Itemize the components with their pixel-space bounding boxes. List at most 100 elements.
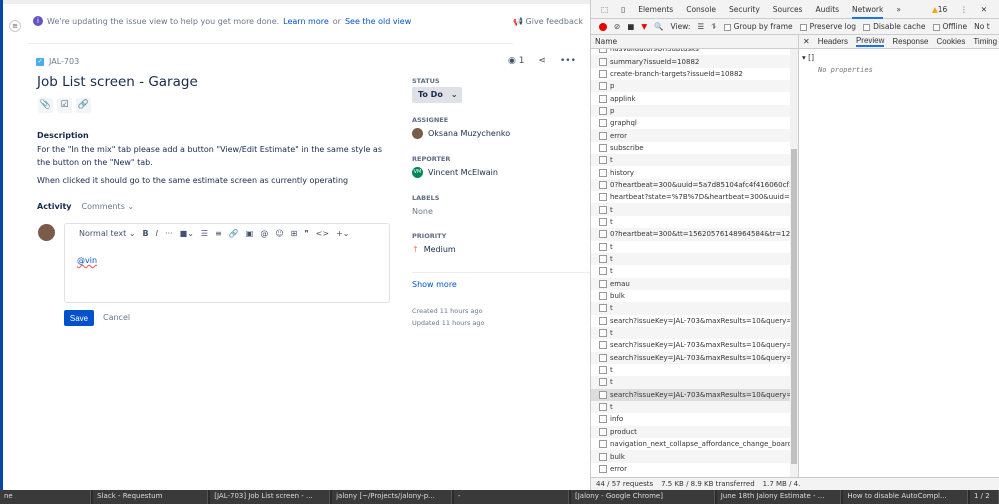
tab-response[interactable]: Response	[892, 37, 928, 46]
save-button[interactable]: Save	[64, 310, 94, 326]
issue-title[interactable]: Job List screen - Garage	[37, 74, 198, 90]
preserve-log-checkbox[interactable]: Preserve log	[799, 22, 856, 31]
bold-icon[interactable]: B	[143, 229, 149, 238]
request-row[interactable]: emau	[591, 277, 790, 290]
assignee-field[interactable]: Oksana Muzychenko	[412, 128, 510, 139]
code-icon[interactable]: <>	[316, 229, 329, 238]
tab-cookies[interactable]: Cookies	[936, 37, 965, 46]
tab-network[interactable]: Network	[852, 5, 884, 19]
share-icon[interactable]: ⋖	[538, 56, 546, 66]
request-row[interactable]: t	[591, 376, 790, 389]
comment-editor[interactable]: Normal text ⌄ B I ··· ■⌄ ☰ ≡ 🔗 ▣ @ ☺ ⊞ ❞ <> +⌄ @vi…	[64, 223, 390, 303]
more-actions-icon[interactable]: •••	[560, 56, 576, 66]
filter-icon[interactable]: ▼	[641, 22, 647, 31]
insert-more-icon[interactable]: +⌄	[336, 229, 349, 238]
taskbar-item[interactable]: Slack - Requestum	[93, 490, 209, 504]
tab-console[interactable]: Console	[686, 5, 716, 14]
scrollbar-thumb[interactable]	[791, 149, 797, 464]
taskbar-item[interactable]: -	[453, 490, 569, 504]
large-rows-icon[interactable]: ☰	[697, 22, 704, 31]
request-row[interactable]: error	[591, 463, 790, 475]
sidebar-toggle-button[interactable]: ≡	[9, 20, 21, 32]
request-row[interactable]: t	[591, 265, 790, 277]
request-row[interactable]: search?issueKey=JAL-703&maxResults=10&qu…	[591, 351, 790, 364]
request-row[interactable]: summary?issueId=10882	[591, 55, 790, 68]
request-row[interactable]: create-branch-targets?issueId=10882	[591, 68, 790, 80]
request-row[interactable]: t	[591, 364, 790, 376]
waterfall-icon[interactable]: ⥮	[711, 22, 716, 32]
request-row[interactable]: t	[591, 302, 790, 315]
tab-elements[interactable]: Elements	[638, 5, 673, 14]
emoji-icon[interactable]: ☺	[275, 229, 283, 238]
subtask-icon[interactable]: ☑	[57, 98, 72, 113]
request-row[interactable]: bulk	[591, 450, 790, 463]
disable-cache-checkbox[interactable]: Disable cache	[863, 22, 926, 31]
screenshot-icon[interactable]: ■	[627, 22, 634, 31]
comment-text[interactable]: @vin	[77, 256, 97, 265]
request-row[interactable]: t	[591, 252, 790, 266]
request-row[interactable]: error	[591, 129, 790, 142]
attachment-icon[interactable]: 📎	[38, 98, 53, 113]
tab-headers[interactable]: Headers	[818, 37, 848, 46]
description-paragraph[interactable]: For the "In the mix" tab please add a bu…	[37, 143, 387, 169]
learn-more-link[interactable]: Learn more	[283, 17, 329, 26]
kebab-menu-icon[interactable]: ⋮	[960, 5, 968, 14]
preview-tree-root[interactable]: ▾ []	[799, 49, 999, 66]
priority-field[interactable]: ↑ Medium	[412, 245, 456, 254]
request-row[interactable]: bulk	[591, 290, 790, 302]
request-row[interactable]: search?issueKey=JAL-703&maxResults=10&qu…	[591, 388, 790, 401]
request-row[interactable]: t	[591, 241, 790, 253]
request-row[interactable]: search?issueKey=JAL-703&maxResults=10&qu…	[591, 315, 790, 327]
request-row[interactable]: history	[591, 166, 790, 178]
device-toolbar-icon[interactable]: ▯	[621, 5, 625, 14]
tab-timing[interactable]: Timing	[973, 37, 997, 46]
request-row[interactable]: 0?heartbeat=300&tt=15620576148964584&tr=…	[591, 228, 790, 241]
taskbar-item[interactable]: jalony [~/Projects/jalony-p...	[332, 490, 452, 504]
request-row[interactable]: t	[591, 216, 790, 228]
tab-preview[interactable]: Preview	[855, 36, 885, 47]
group-by-frame-checkbox[interactable]: Group by frame	[723, 22, 793, 31]
record-icon[interactable]	[599, 22, 607, 31]
mention-icon[interactable]: @	[260, 229, 268, 238]
search-icon[interactable]: 🔍	[654, 22, 663, 31]
taskbar-item[interactable]: 1 / 2	[969, 490, 999, 504]
taskbar-item[interactable]: How to disable AutoCompl...	[843, 490, 968, 504]
warnings-badge[interactable]: ▲16	[932, 5, 947, 14]
request-row[interactable]: t	[591, 326, 790, 340]
tab-sources[interactable]: Sources	[773, 5, 803, 14]
request-row[interactable]: t	[591, 400, 790, 414]
request-row[interactable]: product	[591, 425, 790, 438]
request-row[interactable]: info	[591, 413, 790, 425]
request-row[interactable]: 0?heartbeat=300&uuid=5a7d85104afc4f41606…	[591, 178, 790, 192]
bullet-list-icon[interactable]: ☰	[201, 229, 208, 238]
quote-icon[interactable]: ❞	[304, 229, 308, 238]
close-details-icon[interactable]: ✕	[803, 37, 810, 46]
request-list-scrollbar[interactable]	[790, 49, 798, 477]
taskbar-item[interactable]: [Jalony - Google Chrome]	[570, 490, 715, 504]
image-icon[interactable]: ▣	[246, 229, 254, 238]
tab-security[interactable]: Security	[729, 5, 760, 14]
request-row[interactable]: p	[591, 80, 790, 93]
link-icon[interactable]: 🔗	[76, 98, 91, 113]
status-dropdown[interactable]: To Do ⌄	[412, 87, 462, 103]
taskbar-item[interactable]: ne	[0, 490, 92, 504]
offline-checkbox[interactable]: Offline	[932, 22, 967, 31]
old-view-link[interactable]: See the old view	[345, 17, 411, 26]
issue-key-breadcrumb[interactable]: ✓ JAL-703	[36, 57, 79, 66]
give-feedback-button[interactable]: 📢 Give feedback	[513, 17, 583, 26]
description-paragraph[interactable]: When clicked it should go to the same es…	[37, 174, 387, 187]
inspect-icon[interactable]: ⬚	[601, 5, 608, 14]
request-row[interactable]: p	[591, 104, 790, 118]
taskbar-item[interactable]: [JAL-703] Job List screen - ...	[210, 490, 331, 504]
italic-icon[interactable]: I	[156, 229, 158, 238]
numbered-list-icon[interactable]: ≡	[215, 229, 222, 238]
watch-button[interactable]: ◉ 1	[508, 56, 524, 66]
request-row[interactable]: t	[591, 154, 790, 167]
request-row[interactable]: t	[591, 203, 790, 216]
show-more-link[interactable]: Show more	[412, 280, 457, 289]
request-row[interactable]: heartbeat?state=%7B%7D&heartbeat=300&uui…	[591, 191, 790, 203]
cancel-button[interactable]: Cancel	[103, 313, 130, 322]
clear-icon[interactable]: ⊘	[614, 22, 620, 31]
name-column-header[interactable]: Name	[591, 35, 798, 49]
request-row[interactable]: navigation_next_collapse_affordance_chan…	[591, 438, 790, 450]
